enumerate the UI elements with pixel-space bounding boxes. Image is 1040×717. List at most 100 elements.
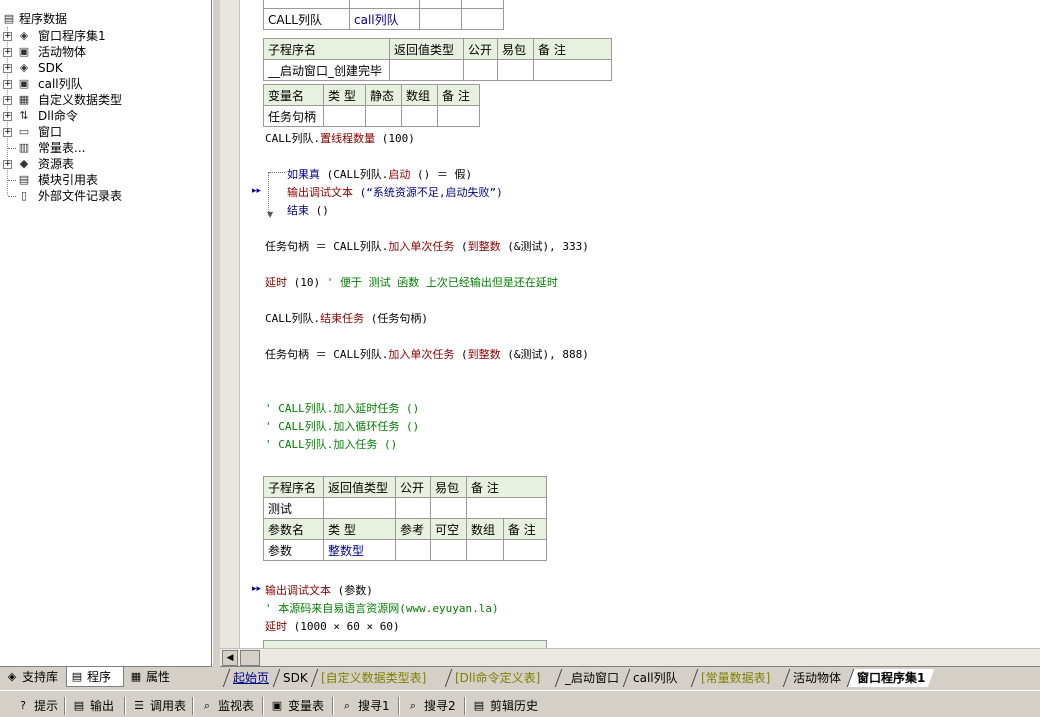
code-line[interactable]: 延时 (1000 × 60 × 60) bbox=[265, 618, 400, 634]
code-comment-line[interactable]: ' CALL列队.加入任务 () bbox=[265, 436, 397, 452]
toolbar-button[interactable]: ☰ 调用表 bbox=[130, 697, 186, 715]
public-cell[interactable] bbox=[463, 59, 498, 81]
empty-cell bbox=[419, 8, 462, 30]
parameter-name-cell[interactable]: 参数 bbox=[263, 539, 324, 561]
toolbar-separator bbox=[332, 697, 334, 715]
expand-icon[interactable]: + bbox=[3, 96, 12, 105]
variable-type-cell[interactable] bbox=[323, 105, 366, 127]
assembly-base-cell[interactable]: call列队 bbox=[349, 8, 420, 30]
subroutine-table: 子程序名 返回值类型 公开 易包 备 注 __启动窗口_创建完毕 bbox=[263, 38, 612, 81]
header-cell: 数组 bbox=[466, 518, 504, 540]
parameter-type-cell[interactable]: 整数型 bbox=[323, 539, 396, 561]
code-args: (&测试), 333) bbox=[500, 240, 589, 253]
code-line[interactable]: 输出调试文本 (“系统资源不足,启动失败”) bbox=[287, 184, 503, 200]
variable-name-cell[interactable]: 任务句柄 bbox=[263, 105, 324, 127]
code-line[interactable]: 输出调试文本 (参数) bbox=[265, 582, 373, 598]
scroll-left-arrow-icon[interactable]: ◀ bbox=[222, 650, 238, 666]
project-tree-panel: ▤ 程序数据 + ◈ 窗口程序集1 + ▣ 活动物体 + ◈ SDK + ▣ call列队 + ▦ 自定义数… bbox=[0, 0, 212, 666]
editor-tab[interactable]: [自定义数据类型表] bbox=[310, 669, 436, 687]
editor-tab[interactable]: 起始页 bbox=[222, 669, 279, 687]
variable-icon: ▣ bbox=[271, 699, 283, 712]
code-function: 启动 bbox=[388, 168, 411, 181]
note-cell[interactable] bbox=[437, 105, 480, 127]
toolbar-button[interactable]: ? 提示 bbox=[14, 697, 58, 715]
editor-tabs: 起始页 SDK [自定义数据类型表] [Dll命令定义表] _启动窗口 call列队 [常量… bbox=[220, 666, 1040, 688]
assembly-icon: ◈ bbox=[19, 29, 29, 42]
code-line[interactable]: CALL列队.结束任务 (任务句柄) bbox=[265, 310, 428, 326]
tree-connector bbox=[8, 196, 16, 197]
editor-tab[interactable]: [Dll命令定义表] bbox=[444, 669, 550, 687]
note-cell[interactable] bbox=[533, 59, 612, 81]
code-line[interactable]: 任务句柄 ＝ CALL列队.加入单次任务 (到整数 (&测试), 333) bbox=[265, 238, 589, 254]
toolbar-button[interactable]: ▤ 剪辑历史 bbox=[470, 697, 538, 715]
editor-tab[interactable]: 窗口程序集1 bbox=[846, 669, 935, 687]
assembly-name-cell[interactable]: CALL列队 bbox=[263, 8, 350, 30]
resource-icon: ◆ bbox=[19, 157, 29, 170]
code-args: ( bbox=[454, 240, 468, 253]
return-type-cell[interactable] bbox=[389, 59, 464, 81]
expand-icon[interactable]: + bbox=[3, 112, 12, 121]
toolbar-button[interactable]: ▤ 输出 bbox=[70, 697, 114, 715]
code-comment: ' 便于 测试 函数 上次已经输出但是还在延时 bbox=[320, 276, 558, 289]
return-type-cell[interactable] bbox=[323, 497, 396, 519]
note-cell[interactable] bbox=[466, 497, 547, 519]
code-comment-line[interactable]: ' CALL列队.加入延时任务 () bbox=[265, 400, 419, 416]
tree-item-label: 窗口 bbox=[38, 125, 63, 139]
note-cell[interactable] bbox=[502, 539, 548, 561]
reference-cell[interactable] bbox=[395, 539, 431, 561]
expand-icon[interactable]: + bbox=[3, 128, 12, 137]
nullable-cell[interactable] bbox=[430, 539, 467, 561]
scroll-thumb[interactable] bbox=[240, 650, 260, 666]
code-line[interactable]: 如果真 (CALL列队.启动 () ＝ 假) bbox=[287, 166, 472, 182]
code-function: 输出调试文本 bbox=[287, 186, 353, 199]
expand-icon[interactable]: + bbox=[3, 80, 12, 89]
code-comment-line[interactable]: ' CALL列队.加入循环任务 () bbox=[265, 418, 419, 434]
header-cell: 数组 bbox=[401, 84, 438, 106]
left-tab[interactable]: ▦ 属性 bbox=[126, 667, 184, 687]
package-cell[interactable] bbox=[497, 59, 534, 81]
expand-icon[interactable]: + bbox=[3, 160, 12, 169]
code-line[interactable]: 延时 (10) ' 便于 测试 函数 上次已经输出但是还在延时 bbox=[265, 274, 558, 290]
toolbar-button[interactable]: ⌕ 搜寻2 bbox=[404, 697, 456, 715]
editor-tab[interactable]: 活动物体 bbox=[782, 669, 851, 687]
subroutine-name-cell[interactable]: __启动窗口_创建完毕 bbox=[263, 59, 390, 81]
static-cell[interactable] bbox=[365, 105, 402, 127]
public-cell[interactable] bbox=[395, 497, 431, 519]
code-args: () ＝ 假) bbox=[410, 168, 473, 181]
expand-icon[interactable]: + bbox=[3, 32, 12, 41]
code-comment-line[interactable]: ' 本源码来自易语言资源网(www.eyuyan.la) bbox=[265, 600, 499, 616]
tree-item-label: 模块引用表 bbox=[38, 173, 99, 187]
breakpoint-arrow-icon[interactable]: ▸▸ bbox=[252, 186, 261, 196]
code-args: (CALL列队. bbox=[320, 168, 389, 181]
left-tab[interactable]: ◈ 支持库 bbox=[2, 667, 62, 687]
editor-horizontal-scrollbar[interactable]: ◀ bbox=[220, 648, 1040, 666]
program-icon: ▤ bbox=[71, 670, 83, 683]
toolbar-button[interactable]: ⌕ 搜寻1 bbox=[338, 697, 390, 715]
code-function: 延时 bbox=[265, 620, 287, 633]
array-cell[interactable] bbox=[401, 105, 438, 127]
code-editor[interactable]: CALL列队 call列队 子程序名 返回值类型 公开 易包 备 注 __启动窗… bbox=[240, 0, 1040, 648]
expand-icon[interactable]: + bbox=[3, 48, 12, 57]
file-icon: ▯ bbox=[20, 189, 28, 202]
expand-icon[interactable]: + bbox=[3, 64, 12, 73]
code-args: ( bbox=[454, 348, 468, 361]
toolbar-button[interactable]: ▣ 变量表 bbox=[268, 697, 324, 715]
left-tab[interactable]: ▤ 程序 bbox=[66, 667, 124, 687]
code-args: () bbox=[309, 204, 329, 217]
array-cell[interactable] bbox=[466, 539, 504, 561]
editor-tab-label: SDK bbox=[283, 671, 308, 685]
editor-tab[interactable]: [常量数据表] bbox=[690, 669, 780, 687]
subroutine-name-cell[interactable]: 测试 bbox=[263, 497, 324, 519]
code-line[interactable]: CALL列队.置线程数量 (100) bbox=[265, 130, 415, 146]
panel-splitter[interactable] bbox=[212, 0, 220, 666]
editor-tab[interactable]: _启动窗口 bbox=[554, 669, 629, 687]
breakpoint-arrow-icon[interactable]: ▸▸ bbox=[252, 584, 261, 594]
toolbar-button[interactable]: ⌕ 监视表 bbox=[198, 697, 254, 715]
code-line[interactable]: 任务句柄 ＝ CALL列队.加入单次任务 (到整数 (&测试), 888) bbox=[265, 346, 589, 362]
header-cell: 类 型 bbox=[323, 84, 366, 106]
empty-cell bbox=[461, 8, 504, 30]
code-line[interactable]: 结束 () bbox=[287, 202, 329, 218]
header-cell: 子程序名 bbox=[263, 38, 390, 60]
editor-tab[interactable]: call列队 bbox=[622, 669, 687, 687]
package-cell[interactable] bbox=[430, 497, 467, 519]
